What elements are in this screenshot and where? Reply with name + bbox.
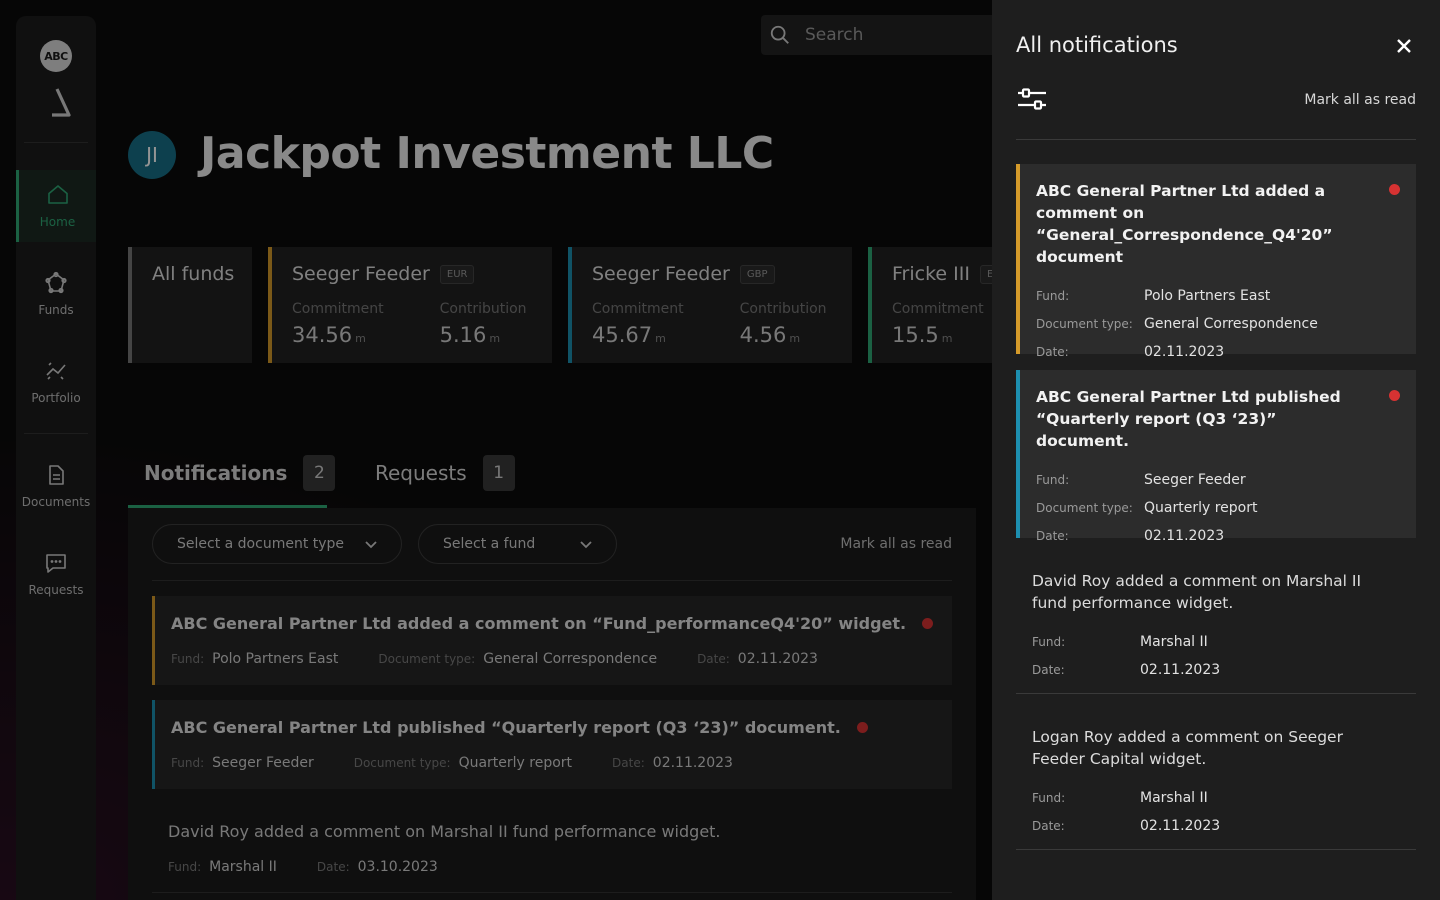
filter-sliders-icon[interactable] [1016,86,1048,112]
notification-title: David Roy added a comment on Marshal II … [1032,572,1362,612]
notification-title: ABC General Partner Ltd published “Quart… [1036,388,1341,450]
date-value: 02.11.2023 [1140,818,1221,834]
drawer-notification[interactable]: ABC General Partner Ltd added a comment … [1016,164,1416,360]
drawer-title: All notifications [1016,33,1178,57]
meta-label: Date: [1032,819,1065,833]
app-root: ABC Home Funds Portfolio Documents Reque… [0,0,1440,900]
date-value: 02.11.2023 [1144,528,1225,544]
meta-label: Document type: [1036,317,1133,331]
fund-value: Seeger Feeder [1144,472,1246,488]
fund-value: Marshal II [1140,634,1208,650]
unread-dot [1389,390,1400,401]
drawer-notification[interactable]: David Roy added a comment on Marshal II … [1016,554,1416,698]
unread-dot [1389,184,1400,195]
meta-label: Date: [1032,663,1065,677]
doc-type-value: General Correspondence [1144,316,1318,332]
meta-label: Date: [1036,345,1069,359]
meta-label: Fund: [1036,473,1070,487]
drawer-notification[interactable]: Logan Roy added a comment on Seeger Feed… [1016,710,1416,854]
modal-backdrop[interactable] [0,0,992,900]
date-value: 02.11.2023 [1144,344,1225,360]
meta-label: Fund: [1032,635,1066,649]
meta-label: Document type: [1036,501,1133,515]
notification-title: ABC General Partner Ltd added a comment … [1036,182,1333,266]
drawer-notification[interactable]: ABC General Partner Ltd published “Quart… [1016,370,1416,544]
divider [1016,693,1416,694]
fund-value: Marshal II [1140,790,1208,806]
close-icon[interactable] [1392,34,1416,58]
meta-label: Date: [1036,529,1069,543]
fund-value: Polo Partners East [1144,288,1271,304]
meta-label: Fund: [1032,791,1066,805]
date-value: 02.11.2023 [1140,662,1221,678]
notification-title: Logan Roy added a comment on Seeger Feed… [1032,728,1343,768]
mark-all-read-button[interactable]: Mark all as read [1304,92,1416,108]
doc-type-value: Quarterly report [1144,500,1258,516]
divider [1016,139,1416,140]
notifications-drawer: All notifications Mark all as read ABC G… [992,0,1440,900]
meta-label: Fund: [1036,289,1070,303]
divider [1016,849,1416,850]
